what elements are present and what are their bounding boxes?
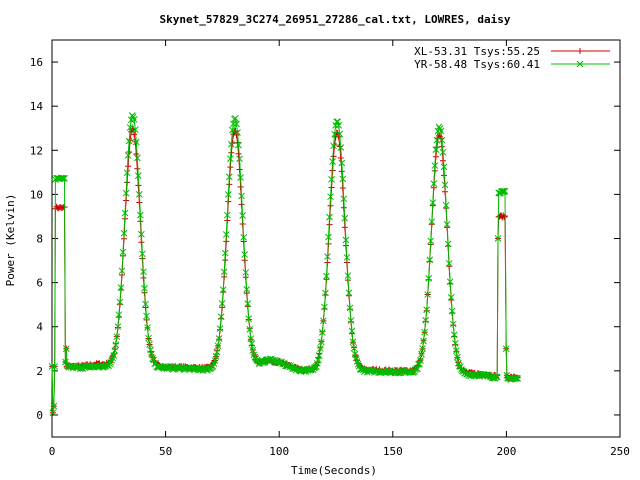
data-point xyxy=(125,163,132,170)
data-point xyxy=(132,138,139,145)
x-tick-label: 150 xyxy=(383,445,403,458)
chart-title: Skynet_57829_3C274_26951_27286_cal.txt, … xyxy=(160,13,511,26)
x-tick-label: 100 xyxy=(269,445,289,458)
data-point xyxy=(133,151,140,158)
axes: 0 50 100 150 200 250 0 2 4 6 8 10 12 14 16 xyxy=(30,40,630,458)
series-yr xyxy=(48,112,522,417)
series-layer xyxy=(48,112,522,417)
y-tick-label: 16 xyxy=(30,56,43,69)
x-tick-label: 250 xyxy=(610,445,630,458)
y-tick-label: 0 xyxy=(36,409,43,422)
x-tick-label: 50 xyxy=(159,445,172,458)
chart: Skynet_57829_3C274_26951_27286_cal.txt, … xyxy=(4,13,630,477)
plot-frame xyxy=(51,39,621,438)
y-tick-label: 8 xyxy=(36,233,43,246)
y-tick-label: 2 xyxy=(36,365,43,378)
y-tick-label: 12 xyxy=(30,144,43,157)
y-tick-label: 14 xyxy=(30,100,44,113)
y-tick-label: 6 xyxy=(36,277,43,290)
x-tick-label: 0 xyxy=(49,445,56,458)
x-tick-label: 200 xyxy=(496,445,516,458)
data-point xyxy=(236,166,243,173)
y-axis-label: Power (Kelvin) xyxy=(4,194,17,287)
y-tick-label: 4 xyxy=(36,321,43,334)
legend-label: XL-53.31 Tsys:55.25 xyxy=(414,45,540,58)
legend: XL-53.31 Tsys:55.25YR-58.48 Tsys:60.41 xyxy=(414,45,610,71)
data-point xyxy=(330,153,337,160)
y-tick-label: 10 xyxy=(30,188,43,201)
x-axis-label: Time(Seconds) xyxy=(291,464,377,477)
legend-marker xyxy=(577,48,583,54)
legend-label: YR-58.48 Tsys:60.41 xyxy=(414,58,540,71)
data-point xyxy=(433,144,440,151)
